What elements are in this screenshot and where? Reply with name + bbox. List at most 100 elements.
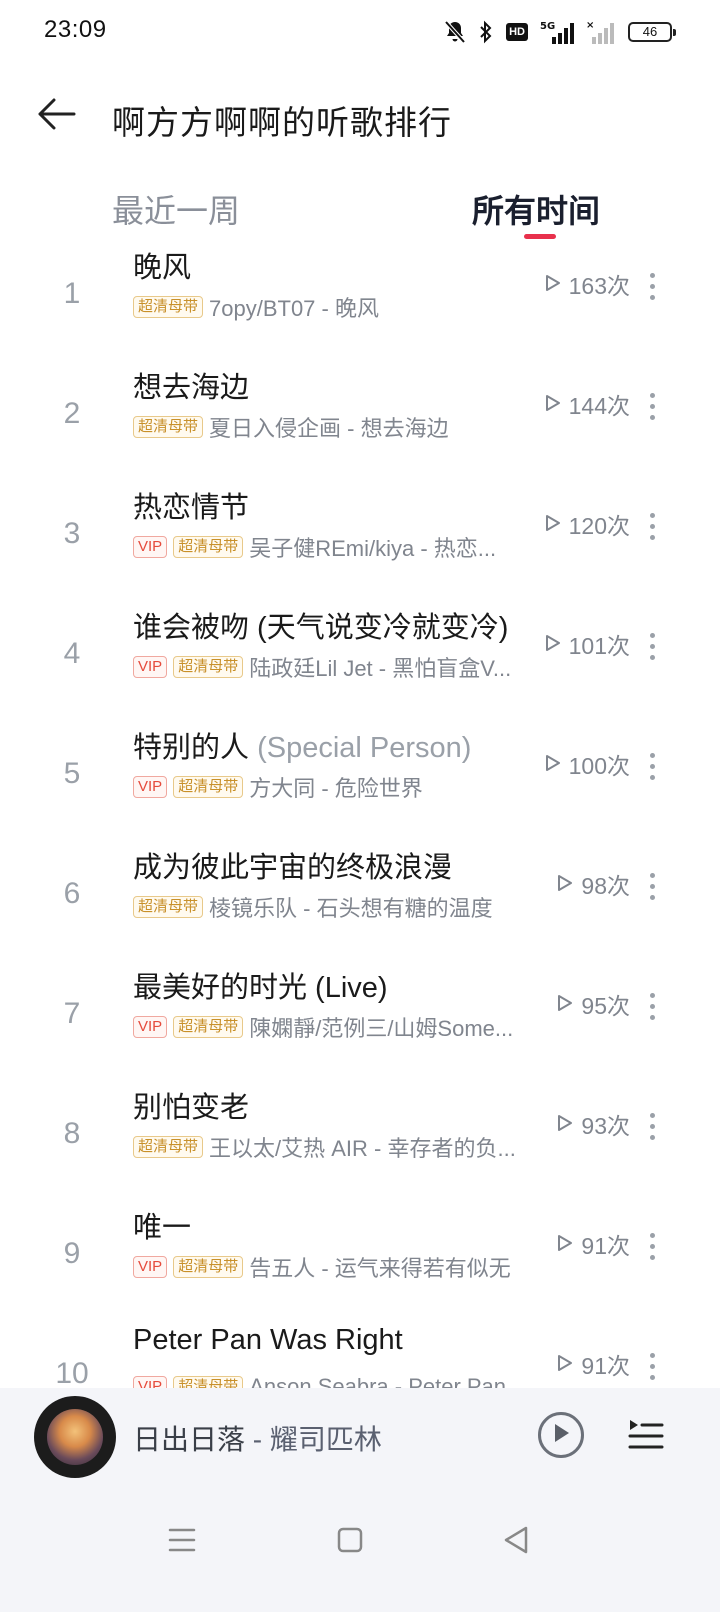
hd-icon: HD — [506, 23, 528, 41]
mute-bell-icon — [444, 20, 466, 44]
song-row[interactable]: 1 晚风 超清母带 7opy/BT07 - 晚风 163次 — [0, 244, 720, 364]
song-rank: 8 — [63, 1117, 81, 1150]
more-options-button[interactable] — [636, 386, 668, 426]
more-dot-icon — [649, 283, 655, 289]
master-quality-badge: 超清母带 — [133, 1136, 204, 1158]
more-options-button[interactable] — [636, 1346, 668, 1386]
song-title: 想去海边 — [133, 364, 249, 404]
more-dot-icon — [649, 643, 655, 649]
now-playing-artist: 耀司匹林 — [269, 1424, 382, 1455]
album-cover-image — [47, 1409, 103, 1465]
nav-back-button[interactable] — [486, 1512, 546, 1572]
song-row[interactable]: 2 想去海边 超清母带 夏日入侵企画 - 想去海边 144次 — [0, 364, 720, 484]
play-count: 101次 — [545, 624, 630, 664]
song-rank: 5 — [63, 757, 81, 790]
more-dot-icon — [649, 763, 655, 769]
nav-menu-button[interactable] — [152, 1512, 212, 1572]
more-dot-icon — [649, 752, 655, 758]
more-dot-icon — [649, 523, 655, 529]
play-triangle-icon — [545, 511, 561, 538]
more-dot-icon — [649, 872, 655, 878]
more-options-button[interactable] — [636, 866, 668, 906]
song-rank: 7 — [63, 997, 81, 1030]
play-count-value: 93次 — [581, 1113, 630, 1139]
song-title-main: 成为彼此宇宙的终极浪漫 — [133, 852, 453, 884]
song-title-main: 最美好的时光 (Live) — [133, 972, 388, 1004]
song-row[interactable]: 8 别怕变老超清母带 王以太/艾热 AIR - 幸存者的负... 93次 — [0, 1084, 720, 1204]
more-dot-icon — [649, 1254, 655, 1260]
album-art[interactable] — [34, 1396, 116, 1478]
song-artist-album: 陆政廷Lil Jet - 黑怕盲盒V... — [249, 656, 512, 681]
battery-icon: 46 — [628, 22, 676, 42]
song-row[interactable]: 4 谁会被吻 (天气说变冷就变冷) VIP 超清母带 陆政廷Lil Jet - 黑怕盲盒… — [0, 604, 720, 724]
song-title-main: 特别的人 — [133, 732, 258, 764]
song-row[interactable]: 7 最美好的时光 (Live) VIP 超清母带 陳嫻靜/范例三/山姆Some... 95… — [0, 964, 720, 1084]
song-title: Peter Pan Was Right — [133, 1324, 403, 1364]
more-dot-icon — [649, 1374, 655, 1380]
more-dot-icon — [649, 1363, 655, 1369]
more-options-button[interactable] — [636, 266, 668, 306]
play-count: 93次 — [557, 1104, 630, 1144]
song-row[interactable]: 6 成为彼此宇宙的终极浪漫 超清母带 棱镜乐队 - 石头想有糖的温度 98次 — [0, 844, 720, 964]
song-subtitle: 超清母带 7opy/BT07 - 晚风 — [133, 292, 533, 322]
song-subtitle: VIP 超清母带 告五人 - 运气来得若有似无 — [133, 1252, 533, 1282]
master-quality-badge: 超清母带 — [173, 1256, 244, 1278]
song-artist-album: 王以太/艾热 AIR - 幸存者的负... — [209, 1136, 516, 1161]
status-time: 23:09 — [44, 16, 107, 43]
master-quality-badge: 超清母带 — [173, 656, 244, 678]
song-row[interactable]: 3 热恋情节 VIP 超清母带 吴子健REmi/kiya - 热恋... 120次 — [0, 484, 720, 604]
tab-recent-week[interactable]: 最近一周 — [112, 186, 240, 232]
more-options-button[interactable] — [636, 506, 668, 546]
song-row[interactable]: 9 唯一 VIP 超清母带 告五人 - 运气来得若有似无 91次 — [0, 1204, 720, 1324]
song-artist-album: 棱镜乐队 - 石头想有糖的温度 — [209, 896, 493, 921]
now-playing-text[interactable]: 日出日落 - 耀司匹林 — [133, 1418, 382, 1458]
song-list: 1 晚风 超清母带 7opy/BT07 - 晚风 163次 2 想去海边 超清母带 夏日入侵企画… — [0, 244, 720, 1444]
song-title: 别怕变老 — [133, 1084, 249, 1124]
more-dot-icon — [649, 1352, 655, 1358]
song-title: 热恋情节 — [133, 484, 249, 524]
back-button[interactable] — [28, 88, 84, 144]
song-title-main: 唯一 — [133, 1212, 192, 1244]
song-artist-album: 7opy/BT07 - 晚风 — [209, 296, 379, 321]
header: 啊方方啊啊的听歌排行 — [0, 76, 720, 156]
song-title-main: 热恋情节 — [133, 492, 250, 524]
more-options-button[interactable] — [636, 1106, 668, 1146]
play-count-value: 91次 — [581, 1233, 630, 1259]
bluetooth-icon — [478, 20, 494, 44]
master-quality-badge: 超清母带 — [133, 896, 204, 918]
song-rank: 4 — [63, 637, 81, 670]
more-options-button[interactable] — [636, 746, 668, 786]
vip-badge: VIP — [133, 656, 168, 678]
mini-player[interactable]: 日出日落 - 耀司匹林 — [0, 1388, 720, 1492]
tab-bar: 最近一周 所有时间 — [0, 180, 720, 244]
play-count: 95次 — [557, 984, 630, 1024]
more-dot-icon — [649, 414, 655, 420]
playlist-button[interactable] — [626, 1416, 666, 1456]
play-triangle-icon — [557, 991, 573, 1018]
play-count: 98次 — [557, 864, 630, 904]
song-title: 成为彼此宇宙的终极浪漫 — [133, 844, 452, 884]
song-title-suffix: (Special Person) — [257, 732, 472, 764]
song-title: 特别的人 (Special Person) — [133, 724, 471, 764]
more-options-button[interactable] — [636, 1226, 668, 1266]
play-triangle-icon — [557, 871, 573, 898]
now-playing-song: 日出日落 — [133, 1424, 246, 1455]
song-row[interactable]: 5 特别的人 (Special Person) VIP 超清母带 方大同 - 危险世界 1… — [0, 724, 720, 844]
song-title-main: 谁会被吻 (天气说变冷就变冷) — [133, 612, 509, 644]
more-dot-icon — [649, 1112, 655, 1118]
more-dot-icon — [649, 392, 655, 398]
more-options-button[interactable] — [636, 986, 668, 1026]
play-button[interactable] — [538, 1412, 584, 1458]
more-dot-icon — [649, 883, 655, 889]
status-bar: 23:09 HD 5G × 46 — [0, 0, 720, 64]
song-rank: 2 — [63, 397, 81, 430]
song-subtitle: 超清母带 夏日入侵企画 - 想去海边 — [133, 412, 533, 442]
tab-all-time[interactable]: 所有时间 — [472, 186, 600, 232]
more-options-button[interactable] — [636, 626, 668, 666]
song-artist-album: 告五人 - 运气来得若有似无 — [249, 1256, 511, 1281]
now-playing-separator: - — [245, 1424, 270, 1455]
song-title-main: 晚风 — [133, 252, 192, 284]
more-dot-icon — [649, 1134, 655, 1140]
nav-home-button[interactable] — [320, 1512, 380, 1572]
song-subtitle: VIP 超清母带 陳嫻靜/范例三/山姆Some... — [133, 1012, 533, 1042]
